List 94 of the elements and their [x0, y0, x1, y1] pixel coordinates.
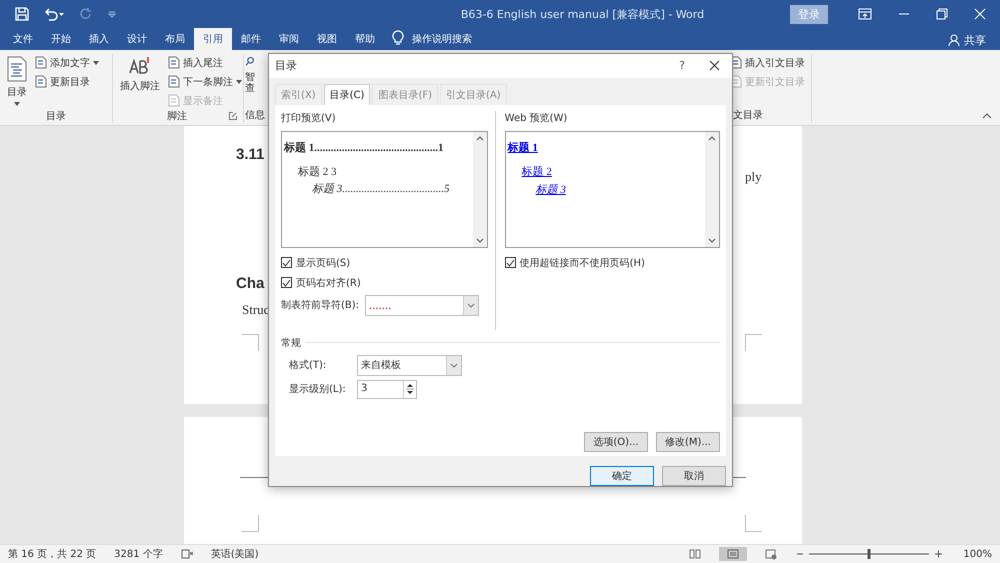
- word-count[interactable]: 3281 个字: [114, 547, 163, 561]
- ribbon-large-button[interactable]: 目录: [4, 54, 30, 108]
- page-icon: [167, 75, 180, 88]
- field-label: 制表符前导符(B):: [281, 298, 360, 312]
- ribbon-tab[interactable]: 审阅: [270, 28, 308, 50]
- group-label: 文目录: [733, 108, 763, 122]
- corner-mark: [745, 334, 762, 351]
- read-mode-icon[interactable]: [689, 549, 702, 559]
- document-text: 3.11: [236, 146, 264, 163]
- document-text: ply: [744, 169, 763, 185]
- person-icon: [948, 34, 960, 46]
- ribbon-tab[interactable]: 设计: [118, 28, 156, 50]
- chevron-down-icon: [467, 302, 476, 308]
- checkbox-option[interactable]: 页码右对齐(R): [281, 274, 488, 291]
- section-title: 常规: [281, 336, 301, 350]
- checkmark-icon: [282, 258, 291, 267]
- checkbox-option[interactable]: 显示页码(S): [281, 254, 488, 271]
- scrollbar[interactable]: [472, 132, 487, 247]
- tell-me-search[interactable]: 操作说明搜索: [412, 30, 472, 50]
- chevron-up-icon[interactable]: [708, 136, 716, 141]
- leader-dropdown[interactable]: .......: [365, 294, 480, 316]
- ribbon-small-button[interactable]: 插入尾注: [167, 54, 242, 71]
- page-icon: [167, 94, 180, 107]
- ribbon-tab[interactable]: 邮件: [232, 28, 270, 50]
- group-label: 目录: [46, 110, 66, 122]
- chevron-down-icon[interactable]: [476, 238, 484, 243]
- ribbon-small-button[interactable]: 添加文字: [34, 54, 99, 71]
- page-icon: [34, 56, 47, 69]
- window-title: B63-6 English user manual [兼容模式] - Word: [460, 6, 706, 22]
- dialog-tab[interactable]: 目录(C): [324, 84, 370, 105]
- dialog-button[interactable]: 修改(M)...: [656, 432, 720, 452]
- page-icon: [167, 56, 180, 69]
- dialog-title: 目录: [275, 58, 297, 74]
- checkmark-icon: [506, 258, 515, 267]
- ribbon-large-button[interactable]: 智查: [245, 54, 255, 107]
- checkmark-icon: [282, 278, 291, 287]
- document-list-icon: [7, 56, 27, 82]
- undo-icon[interactable]: [43, 7, 65, 21]
- corner-mark: [745, 515, 762, 532]
- checkbox-option[interactable]: 使用超链接而不使用页码(H): [504, 254, 720, 271]
- levels-spinbox[interactable]: 3: [357, 380, 417, 399]
- ribbon-tab[interactable]: 文件: [4, 28, 42, 50]
- caret-icon: [93, 60, 99, 64]
- ribbon-tab[interactable]: 视图: [308, 28, 346, 50]
- cancel-button[interactable]: 取消: [662, 466, 726, 486]
- ribbon-display-icon[interactable]: [858, 8, 872, 20]
- ribbon-tab[interactable]: 帮助: [346, 28, 384, 50]
- ribbon-tab[interactable]: 插入: [80, 28, 118, 50]
- proofing-icon[interactable]: [180, 549, 193, 559]
- preview-line: 标题 2 3: [298, 164, 338, 179]
- collapse-ribbon-icon[interactable]: [982, 113, 992, 119]
- close-icon[interactable]: [709, 60, 720, 72]
- dialog-launcher-icon[interactable]: [229, 112, 237, 120]
- document-text: Struc: [242, 302, 270, 318]
- caret-icon: [14, 102, 20, 106]
- page-icon: [34, 75, 47, 88]
- preview-line: 标题 1.............................................1: [284, 140, 444, 155]
- chevron-down-icon[interactable]: [708, 238, 716, 243]
- ribbon-large-button[interactable]: 插入脚注: [117, 54, 163, 109]
- lightbulb-icon: [392, 30, 404, 46]
- help-button[interactable]: ?: [679, 59, 685, 72]
- caret-icon: [236, 80, 242, 84]
- share-button[interactable]: 共享: [948, 30, 986, 50]
- ribbon-small-button[interactable]: 下一条脚注: [167, 73, 242, 90]
- ribbon-tab[interactable]: 布局: [156, 28, 194, 50]
- dialog-button[interactable]: 选项(O)...: [584, 432, 648, 452]
- ribbon-small-button[interactable]: 更新目录: [34, 73, 99, 90]
- group-label: 脚注: [167, 110, 187, 123]
- slider-thumb[interactable]: [868, 549, 871, 559]
- restore-icon[interactable]: [936, 8, 948, 20]
- ribbon-tab[interactable]: 引用: [194, 28, 232, 50]
- web-preview-label: Web 预览(W): [504, 112, 568, 125]
- scrollbar[interactable]: [705, 132, 719, 247]
- format-dropdown[interactable]: 来自模板: [357, 354, 462, 376]
- ribbon-tab[interactable]: 开始: [42, 28, 80, 50]
- web-layout-icon[interactable]: [765, 548, 778, 560]
- chevron-down-icon: [450, 362, 458, 368]
- document-text: Cha: [236, 275, 264, 292]
- footnote-ab-icon: [128, 56, 152, 76]
- zoom-level[interactable]: 100%: [963, 548, 992, 560]
- ok-button[interactable]: 确定: [590, 466, 654, 486]
- print-layout-icon[interactable]: [719, 547, 748, 561]
- corner-mark: [242, 334, 259, 351]
- save-icon[interactable]: [15, 7, 29, 21]
- chevron-up-icon[interactable]: [476, 136, 484, 141]
- customize-caret-icon[interactable]: [107, 9, 117, 19]
- field-label: 格式(T):: [289, 358, 328, 372]
- preview-line: 标题 3.....................................5: [312, 182, 450, 196]
- print-preview-label: 打印预览(V): [281, 112, 337, 125]
- page-count[interactable]: 第 16 页，共 22 页: [8, 547, 96, 561]
- language-indicator[interactable]: 英语(美国): [210, 547, 259, 561]
- corner-mark: [242, 515, 259, 532]
- field-label: 显示级别(L):: [289, 383, 347, 396]
- group-label: 信息: [245, 108, 265, 122]
